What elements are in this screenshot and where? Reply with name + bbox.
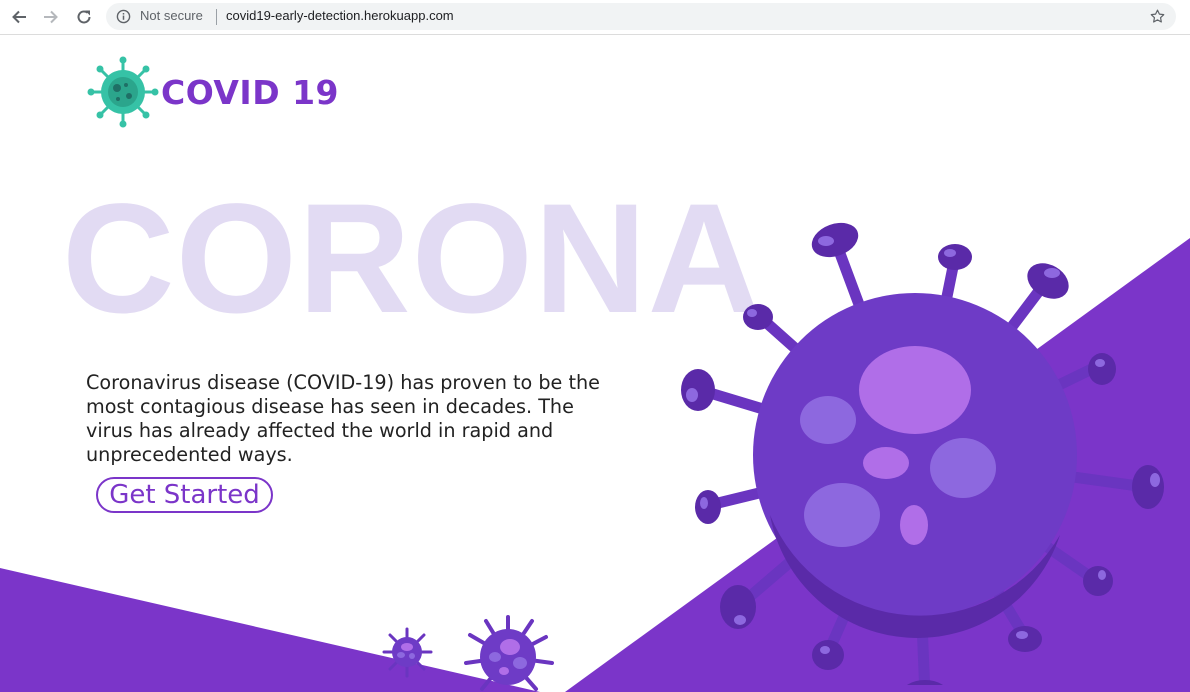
security-status[interactable]: Not secure [140,8,203,23]
virus-logo-icon [87,56,159,128]
address-divider [216,9,217,25]
logo-text[interactable]: COVID 19 [161,73,339,112]
hero-watermark: CORONA [62,172,762,346]
forward-arrow-icon[interactable] [39,5,63,29]
get-started-button[interactable]: Get Started [96,477,273,513]
reload-icon[interactable] [72,5,96,29]
url-text[interactable]: covid19-early-detection.herokuapp.com [226,8,454,23]
landing-page: COVID 19 CORONA Coronavirus disease (COV… [0,35,1190,692]
star-icon[interactable] [1149,8,1166,29]
back-arrow-icon[interactable] [7,5,31,29]
browser-toolbar: Not secure covid19-early-detection.herok… [0,0,1190,35]
hero-description: Coronavirus disease (COVID-19) has prove… [86,371,600,466]
info-icon[interactable] [116,9,131,28]
small-virus-illustration [382,627,433,678]
medium-virus-illustration [464,615,554,691]
address-bar[interactable]: Not secure covid19-early-detection.herok… [106,3,1176,30]
virus-illustration [681,222,1164,685]
